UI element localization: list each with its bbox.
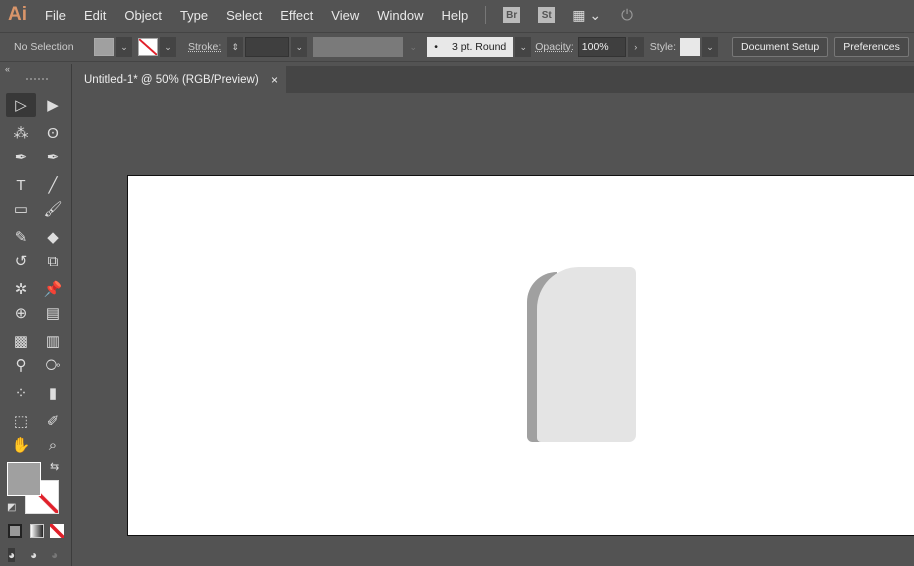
shaper-tool-icon[interactable]: ✎ [6,225,36,249]
opacity-input[interactable]: 100% [577,37,626,57]
menu-select[interactable]: Select [217,8,271,23]
perspective-grid-tool-icon[interactable]: ▤ [38,301,68,325]
hand-tool-icon[interactable]: ✋ [6,433,36,457]
paintbrush-tool-icon[interactable]: 🖌 [38,197,68,221]
selection-status: No Selection [14,41,74,53]
none-mode-button[interactable] [50,524,64,538]
bridge-icon[interactable]: Br [503,7,521,23]
shape-builder-tool-icon[interactable]: ⊕ [6,301,36,325]
menu-window[interactable]: Window [368,8,432,23]
scale-tool-icon[interactable]: ⧉ [38,249,68,273]
tab-title: Untitled-1* @ 50% (RGB/Preview) [84,73,259,86]
chevron-down-icon[interactable]: ⌄ [702,37,719,57]
document-setup-button[interactable]: Document Setup [732,37,829,57]
selection-tool-icon[interactable]: ▷ [6,93,36,117]
shape-face[interactable] [537,267,636,442]
menu-effect[interactable]: Effect [271,8,322,23]
menu-bar: Ai File Edit Object Type Select Effect V… [0,0,914,30]
default-colors-icon[interactable]: ◩ [7,502,16,513]
magic-wand-tool-icon[interactable]: ⁂ [6,121,36,145]
blend-tool-icon[interactable]: ⧂ [38,353,68,377]
stroke-weight-stepper[interactable]: ⇕ [227,37,244,57]
fill-swatch[interactable] [94,38,114,56]
menu-edit[interactable]: Edit [75,8,115,23]
chevron-down-icon[interactable]: ⌄ [116,37,132,57]
gradient-mode-button[interactable] [30,524,44,538]
tab-document[interactable]: Untitled-1* @ 50% (RGB/Preview) × [74,66,286,93]
brush-definition[interactable]: • 3 pt. Round [427,37,514,57]
style-swatch[interactable] [680,38,701,56]
divider [485,6,487,24]
artboard[interactable] [127,175,914,536]
draw-behind-icon[interactable]: ◕ [30,548,37,562]
brush-dot-icon: • [434,41,438,53]
stroke-label[interactable]: Stroke: [188,41,221,53]
chevron-down-icon: ⌄ [405,37,422,57]
artboard-tool-icon[interactable]: ⬚ [6,409,36,433]
color-mode-button[interactable] [8,524,22,538]
menu-type[interactable]: Type [171,8,217,23]
chevron-down-icon[interactable]: ⌄ [515,37,532,57]
menu-file[interactable]: File [36,8,75,23]
panel-grip[interactable] [26,78,48,81]
collapse-icon[interactable]: « [5,64,10,74]
pin-tool-icon[interactable]: 📌 [38,277,68,301]
workspace-layout-icon[interactable]: ▦ ⌄ [572,7,601,24]
eyedropper-tool-icon[interactable]: ⚲ [6,353,36,377]
pen-tool-icon[interactable]: ✒ [6,145,36,169]
puppet-warp-tool-icon[interactable]: ✲ [6,277,36,301]
curvature-tool-icon[interactable]: ✒ [38,145,68,169]
lasso-tool-icon[interactable]: ʘ [38,121,68,145]
chevron-down-icon[interactable]: ⌄ [291,37,308,57]
preferences-button[interactable]: Preferences [834,37,909,57]
rectangle-tool-icon[interactable]: ▭ [6,197,36,221]
close-icon[interactable]: × [271,73,278,87]
draw-normal-icon[interactable]: ◕ [8,548,16,562]
line-segment-tool-icon[interactable]: ╱ [38,173,68,197]
gradient-tool-icon[interactable]: ▥ [38,329,68,353]
menu-help[interactable]: Help [432,8,477,23]
rotate-tool-icon[interactable]: ↺ [6,249,36,273]
slice-tool-icon[interactable]: ✐ [38,409,68,433]
mesh-tool-icon[interactable]: ▩ [6,329,36,353]
variable-width-profile[interactable] [313,37,404,57]
symbol-sprayer-tool-icon[interactable]: ⁘ [6,381,36,405]
tools-panel: « ▷ ▶ ⁂ ʘ ✒ ✒ T ╱ ▭ 🖌 ✎ ◆ ↺ ⧉ ✲ 📌 ⊕ ▤ ▩ ▥ ⚲ ⧂ ⁘ ▮ ⬚ ✐ ✋ ⌕ ⇆ ◩ ◕ ◕ ◕ [0,64,72,566]
stroke-swatch[interactable] [138,38,158,56]
eraser-tool-icon[interactable]: ◆ [38,225,68,249]
chevron-down-icon[interactable]: ⌄ [160,37,176,57]
column-graph-tool-icon[interactable]: ▮ [38,381,68,405]
type-tool-icon[interactable]: T [6,173,36,197]
stock-icon[interactable]: St [538,7,556,23]
brush-value: 3 pt. Round [451,41,507,53]
draw-inside-icon[interactable]: ◕ [51,548,58,562]
stroke-weight-input[interactable] [245,37,290,57]
control-bar: No Selection ⌄ ⌄ Stroke: ⇕ ⌄ ⌄ • 3 pt. Ro… [0,32,914,62]
chevron-right-icon[interactable]: › [627,37,644,57]
fill-color-swatch[interactable] [7,462,41,496]
zoom-tool-icon[interactable]: ⌕ [38,433,68,457]
opacity-label[interactable]: Opacity: [535,41,574,53]
menu-view[interactable]: View [322,8,368,23]
swap-colors-icon[interactable]: ⇆ [50,460,59,473]
app-logo: Ai [8,4,27,25]
sync-icon[interactable]: ⏻ [621,7,633,24]
document-tab-bar: Untitled-1* @ 50% (RGB/Preview) × [74,66,914,93]
style-label: Style: [649,41,677,53]
direct-selection-tool-icon[interactable]: ▶ [38,93,68,117]
menu-object[interactable]: Object [115,8,171,23]
